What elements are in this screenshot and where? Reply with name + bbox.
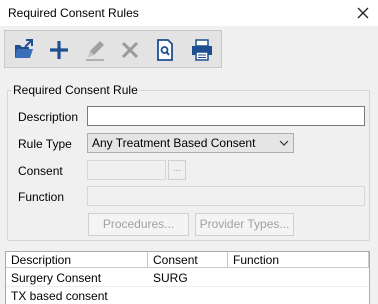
title-bar: Required Consent Rules (0, 0, 378, 26)
provider-types-button: Provider Types... (195, 213, 294, 236)
delete-button[interactable] (115, 35, 145, 65)
row-consent: SURG (153, 271, 188, 285)
function-field (87, 186, 365, 206)
toolbar (4, 30, 222, 68)
print-button[interactable] (187, 35, 217, 65)
rules-grid[interactable]: Description Consent Function Surgery Con… (5, 251, 370, 304)
grid-header: Description Consent Function (6, 252, 369, 268)
plus-icon (50, 41, 68, 59)
function-label: Function (18, 190, 65, 204)
print-preview-button[interactable] (150, 35, 180, 65)
open-button[interactable] (9, 35, 39, 65)
row-description: Surgery Consent (11, 271, 102, 285)
pencil-icon (86, 41, 104, 61)
rule-type-select[interactable]: Any Treatment Based Consent (87, 133, 294, 153)
rule-type-label: Rule Type (18, 137, 72, 151)
row-description: TX based consent (11, 289, 108, 303)
open-folder-icon (15, 39, 33, 58)
consent-field (87, 160, 166, 180)
close-icon (357, 7, 369, 19)
add-button[interactable] (44, 35, 74, 65)
procedures-button: Procedures... (88, 213, 189, 236)
group-title: Required Consent Rule (11, 83, 140, 97)
edit-button[interactable] (80, 35, 110, 65)
column-header-description[interactable]: Description (6, 252, 148, 268)
window-title: Required Consent Rules (8, 6, 139, 20)
consent-browse-button: ... (168, 160, 186, 180)
column-header-consent[interactable]: Consent (148, 252, 228, 268)
column-header-function[interactable]: Function (228, 252, 369, 268)
consent-label: Consent (18, 164, 63, 178)
printer-icon (192, 39, 212, 61)
close-button[interactable] (352, 2, 374, 24)
description-label: Description (18, 110, 79, 124)
rule-type-value: Any Treatment Based Consent (92, 136, 256, 150)
description-input[interactable] (87, 106, 365, 126)
print-preview-icon (157, 39, 173, 61)
x-icon (121, 41, 139, 59)
row-divider (6, 286, 369, 287)
chevron-down-icon (279, 140, 289, 146)
